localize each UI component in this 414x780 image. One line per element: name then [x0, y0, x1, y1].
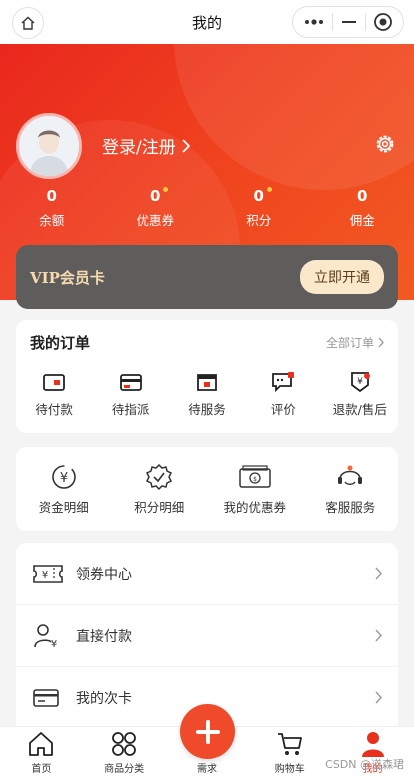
- svg-text:¥: ¥: [42, 570, 48, 581]
- card-icon: [119, 374, 142, 391]
- page-title: 我的: [191, 13, 222, 32]
- order-status-label: 待指派: [111, 402, 150, 417]
- order-refund[interactable]: ¥ 退款/售后: [323, 371, 397, 418]
- watermark: CSDN @道森珺: [325, 758, 404, 771]
- stat-value: 0: [46, 187, 57, 205]
- close-circle-icon[interactable]: [373, 12, 393, 32]
- menu-item-direct-payment[interactable]: ¥ 直接付款: [16, 605, 398, 667]
- tab-mine[interactable]: 我的: [331, 727, 414, 780]
- person-icon: [361, 732, 384, 757]
- services-card: ¥ 资金明细 积分明细 $ 我的优惠券 客服服务: [16, 447, 398, 531]
- account-stats: 0 余额 0 优惠券 0 积分 0 佣金: [0, 187, 414, 229]
- tab-label: 首页: [31, 764, 52, 775]
- vip-card-banner: VIP会员卡 立即开通: [16, 245, 398, 309]
- check-badge-icon: [146, 463, 173, 491]
- nav-bar: 我的: [0, 0, 414, 44]
- order-pending-service[interactable]: 待服务: [170, 371, 244, 418]
- home-icon: [21, 16, 35, 30]
- order-status-label: 退款/售后: [332, 402, 387, 417]
- settings-button[interactable]: [374, 133, 396, 159]
- svg-text:$: $: [253, 476, 257, 483]
- service-label: 资金明细: [38, 500, 89, 515]
- chevron-right-icon: [375, 629, 382, 642]
- vip-activate-button[interactable]: 立即开通: [300, 260, 384, 294]
- orders-title: 我的订单: [30, 334, 91, 352]
- plus-icon: [195, 719, 220, 744]
- tab-label: 需求: [196, 764, 217, 775]
- login-register-link[interactable]: 登录/注册: [102, 133, 190, 158]
- stat-value: 0: [357, 187, 368, 205]
- stat-value: 0: [254, 187, 272, 205]
- gear-icon: [376, 135, 394, 153]
- service-label: 客服服务: [325, 500, 376, 515]
- home-button[interactable]: [12, 7, 44, 39]
- service-customer-support[interactable]: 客服服务: [313, 463, 387, 516]
- ticket-icon: ¥: [33, 564, 63, 583]
- svg-text:¥: ¥: [357, 377, 363, 387]
- stat-coupons[interactable]: 0 优惠券: [104, 187, 208, 229]
- order-pending-payment[interactable]: 待付款: [17, 371, 91, 418]
- avatar[interactable]: [16, 113, 82, 179]
- login-label: 登录/注册: [102, 138, 176, 158]
- coupon-icon: $: [239, 465, 271, 488]
- more-icon[interactable]: [303, 18, 325, 26]
- stat-label: 优惠券: [136, 213, 174, 228]
- stat-label: 积分: [246, 213, 272, 228]
- service-label: 我的优惠券: [223, 500, 286, 515]
- all-orders-label: 全部订单: [325, 336, 374, 350]
- all-orders-link[interactable]: 全部订单: [326, 334, 384, 351]
- chevron-right-icon: [378, 337, 384, 348]
- order-status-label: 评价: [270, 402, 296, 417]
- order-status-label: 待服务: [188, 402, 226, 417]
- tab-categories[interactable]: 商品分类: [83, 727, 166, 780]
- tab-home[interactable]: 首页: [0, 727, 83, 780]
- card-icon: [33, 688, 59, 707]
- svg-text:¥: ¥: [60, 471, 68, 486]
- default-avatar-icon: [19, 116, 79, 176]
- divider: [364, 13, 366, 31]
- order-status-label: 待付款: [35, 402, 73, 417]
- svg-text:¥: ¥: [51, 639, 57, 650]
- stat-value: 0: [150, 187, 169, 205]
- service-my-coupons[interactable]: $ 我的优惠券: [218, 463, 292, 516]
- menu-item-label: 直接付款: [76, 628, 132, 645]
- minimize-icon[interactable]: [341, 20, 357, 24]
- chevron-right-icon: [375, 691, 382, 704]
- divider: [332, 13, 334, 31]
- service-points-details[interactable]: 积分明细: [122, 463, 196, 516]
- order-pending-assign[interactable]: 待指派: [94, 371, 168, 418]
- service-fund-details[interactable]: ¥ 资金明细: [27, 463, 101, 516]
- chevron-right-icon: [375, 567, 382, 580]
- shop-icon: [197, 374, 217, 391]
- publish-demand-button[interactable]: [180, 704, 235, 759]
- headset-icon: [338, 465, 363, 485]
- stat-label: 余额: [39, 213, 65, 228]
- order-review[interactable]: 评价: [246, 371, 320, 418]
- vip-title: VIP会员卡: [30, 268, 105, 287]
- new-dot: [266, 187, 272, 192]
- orders-card: 我的订单 全部订单 待付款 待指派 待服务 评价 ¥ 退款/售后: [16, 320, 398, 433]
- service-label: 积分明细: [134, 500, 185, 515]
- tab-label: 购物车: [274, 764, 305, 775]
- wallet-icon: [43, 374, 66, 391]
- stat-commission[interactable]: 0 佣金: [311, 187, 414, 229]
- stat-balance[interactable]: 0 余额: [0, 187, 104, 229]
- refund-icon: ¥: [350, 372, 370, 393]
- menu-item-label: 领券中心: [76, 566, 132, 583]
- menu-item-label: 我的次卡: [76, 690, 132, 707]
- stat-label: 佣金: [349, 213, 375, 228]
- home-icon: [29, 732, 54, 756]
- mini-program-capsule: [292, 6, 404, 38]
- grid-icon: [112, 732, 137, 756]
- new-dot: [163, 187, 169, 192]
- chevron-right-icon: [182, 138, 190, 153]
- yuan-cycle-icon: ¥: [51, 465, 76, 489]
- user-pay-icon: ¥: [34, 623, 57, 650]
- tab-label: 商品分类: [104, 764, 145, 775]
- cart-icon: [277, 733, 302, 755]
- stat-points[interactable]: 0 积分: [207, 187, 311, 229]
- comment-icon: [272, 372, 295, 393]
- tab-cart[interactable]: 购物车: [248, 727, 331, 780]
- menu-item-coupon-center[interactable]: ¥ 领券中心: [16, 543, 398, 605]
